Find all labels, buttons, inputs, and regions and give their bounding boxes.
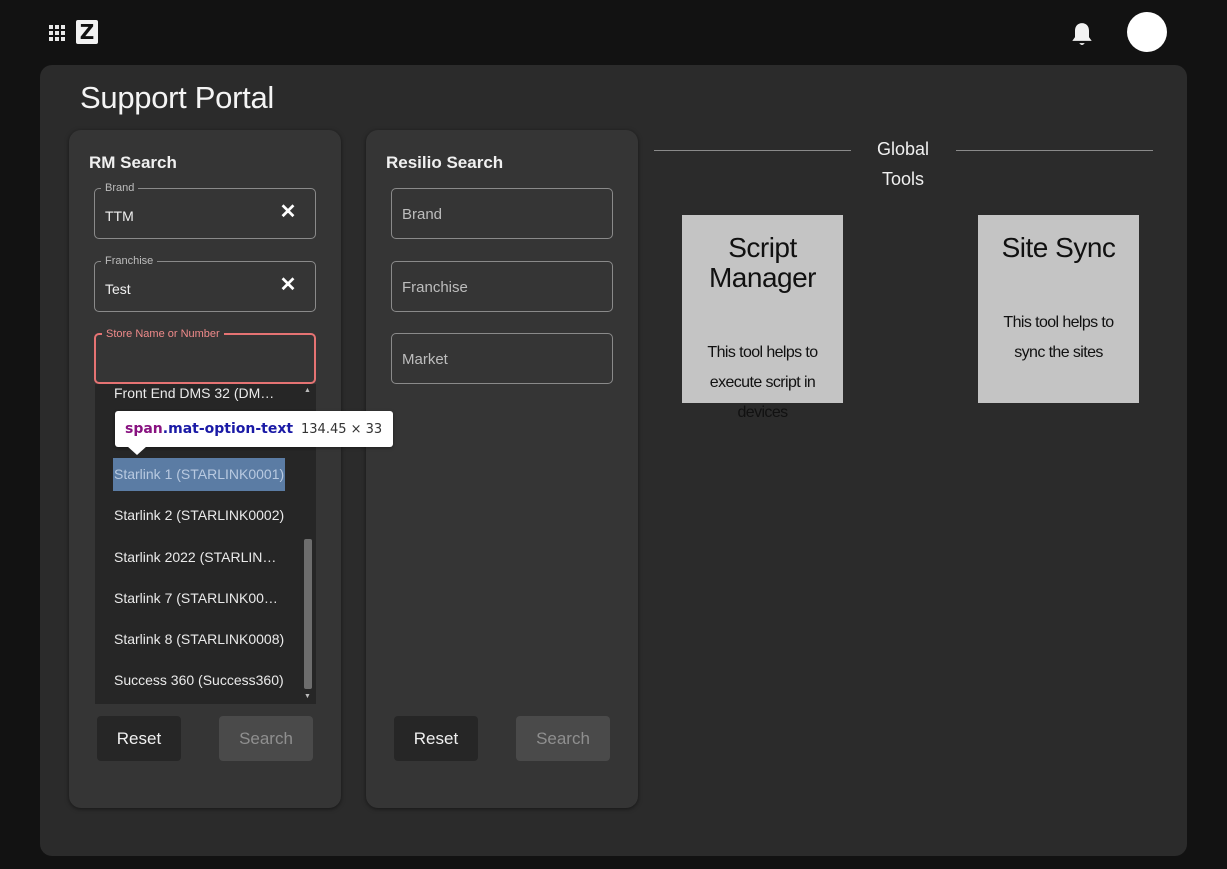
clear-franchise-icon[interactable]: ✕ <box>279 275 297 295</box>
brand-field[interactable]: Brand TTM ✕ <box>94 181 316 239</box>
option-item[interactable]: Starlink 8 (STARLINK0008) <box>114 623 284 656</box>
option-item-highlighted[interactable]: Starlink 1 (STARLINK0001) <box>113 458 286 491</box>
global-tools-divider-left <box>654 150 851 151</box>
scroll-up-arrow-icon[interactable]: ▲ <box>304 387 311 394</box>
option-item[interactable]: Starlink 7 (STARLINK00… <box>114 582 278 615</box>
script-manager-card[interactable]: Script Manager This tool helps to execut… <box>682 215 843 421</box>
option-item[interactable]: Starlink 2 (STARLINK0002) <box>114 499 284 532</box>
avatar[interactable] <box>1127 12 1167 52</box>
script-manager-description: This tool helps to execute script in dev… <box>707 344 818 421</box>
logo-letter: Z <box>79 20 95 44</box>
rm-reset-button[interactable]: Reset <box>97 716 181 761</box>
resilio-reset-button[interactable]: Reset <box>394 716 478 761</box>
resilio-brand-field[interactable]: Brand <box>391 188 613 239</box>
franchise-label: Franchise <box>101 254 158 268</box>
resilio-search-card: Resilio Search Brand Franchise Market Re… <box>366 130 638 808</box>
clear-brand-icon[interactable]: ✕ <box>279 202 297 222</box>
site-sync-card[interactable]: Site Sync This tool helps to sync the si… <box>978 215 1139 403</box>
inspector-tooltip-arrow <box>127 446 147 455</box>
franchise-field[interactable]: Franchise Test ✕ <box>94 254 316 312</box>
store-name-field[interactable]: Store Name or Number <box>94 327 316 384</box>
global-tools-divider-right <box>956 150 1153 151</box>
site-sync-title: Site Sync <box>1001 232 1116 263</box>
franchise-value: Test <box>105 281 131 297</box>
apps-grid-icon[interactable] <box>49 25 65 41</box>
brand-label: Brand <box>101 181 139 195</box>
script-manager-title: Script Manager <box>708 232 817 293</box>
resilio-franchise-field[interactable]: Franchise <box>391 261 613 312</box>
bell-icon[interactable] <box>1069 21 1095 49</box>
store-name-label: Store Name or Number <box>102 327 224 341</box>
resilio-search-title: Resilio Search <box>386 153 504 172</box>
top-bar: Z <box>0 0 1227 64</box>
resilio-brand-placeholder: Brand <box>402 206 443 223</box>
option-item[interactable]: Front End DMS 32 (DM… <box>114 384 274 410</box>
rm-search-button[interactable]: Search <box>219 716 313 761</box>
resilio-market-field[interactable]: Market <box>391 333 613 384</box>
scroll-down-arrow-icon[interactable]: ▼ <box>304 693 311 700</box>
inspector-selector: span.mat-option-text <box>125 421 294 437</box>
resilio-franchise-placeholder: Franchise <box>402 279 468 296</box>
rm-search-title: RM Search <box>89 153 177 172</box>
resilio-search-button[interactable]: Search <box>516 716 610 761</box>
brand-value: TTM <box>105 208 134 224</box>
scroll-thumb[interactable] <box>304 539 312 689</box>
inspector-tooltip: span.mat-option-text 134.45 × 33 <box>115 411 393 447</box>
global-tools-label: Global Tools <box>876 139 930 189</box>
option-item[interactable]: Success 360 (Success360) <box>114 664 284 697</box>
option-item[interactable]: Starlink 2022 (STARLIN… <box>114 541 276 574</box>
inspector-dimensions: 134.45 × 33 <box>301 422 383 437</box>
site-sync-description: This tool helps to sync the sites <box>1003 314 1114 361</box>
resilio-market-placeholder: Market <box>402 351 448 368</box>
page-title: Support Portal <box>80 80 274 115</box>
app-logo[interactable]: Z <box>76 20 98 44</box>
